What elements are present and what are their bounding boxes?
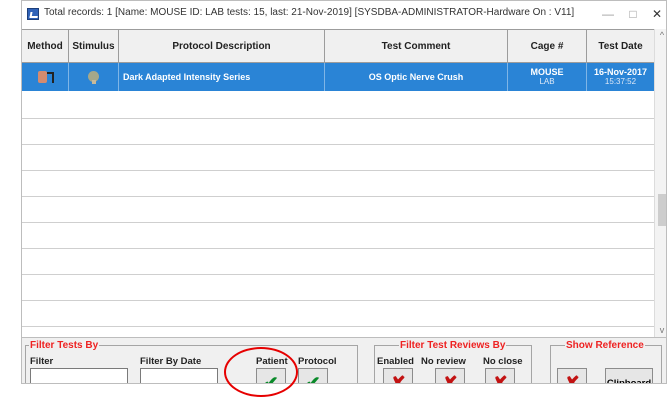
- date-cell: 16-Nov-2017 15:37:52: [587, 63, 654, 91]
- column-header-method[interactable]: Method: [22, 30, 69, 62]
- scroll-thumb[interactable]: [658, 194, 666, 226]
- comment-cell: OS Optic Nerve Crush: [325, 63, 508, 91]
- filter-input[interactable]: [30, 368, 128, 383]
- cage-group: LAB: [539, 77, 555, 86]
- window-title: Total records: 1 [Name: MOUSE ID: LAB te…: [44, 7, 575, 18]
- test-time: 15:37:52: [604, 77, 637, 86]
- method-cell: [22, 63, 69, 91]
- empty-table-row: [22, 92, 654, 119]
- checkmark-icon: ✔: [305, 372, 321, 384]
- filter-panel: Filter Tests By Filter Filter By Date Pa…: [22, 337, 666, 384]
- filter-reviews-group: Filter Test Reviews By Enabled No review…: [374, 340, 532, 384]
- checkmark-icon: ✔: [263, 372, 279, 384]
- minimize-button[interactable]: —: [597, 5, 619, 23]
- maximize-button[interactable]: □: [622, 5, 644, 23]
- scroll-down-arrow[interactable]: v: [657, 325, 666, 335]
- cage-cell: MOUSE LAB: [508, 63, 587, 91]
- filter-tests-group: Filter Tests By Filter Filter By Date Pa…: [25, 340, 358, 384]
- empty-table-row: [22, 248, 654, 275]
- protocol-cell: Dark Adapted Intensity Series: [119, 63, 325, 91]
- clipboard-button[interactable]: Clipboard: [605, 368, 653, 383]
- test-date: 16-Nov-2017: [593, 67, 648, 77]
- main-window: Total records: 1 [Name: MOUSE ID: LAB te…: [21, 0, 667, 384]
- mouse-icon: [85, 69, 103, 85]
- column-header-date[interactable]: Test Date: [587, 30, 654, 62]
- show-reference-legend: Show Reference: [566, 340, 644, 351]
- enabled-label: Enabled: [377, 356, 414, 367]
- protocol-label: Protocol: [298, 356, 337, 367]
- empty-table-row: [22, 196, 654, 223]
- close-button[interactable]: ✕: [646, 5, 666, 23]
- column-header-cage[interactable]: Cage #: [508, 30, 587, 62]
- cross-icon: ✘: [564, 372, 580, 384]
- column-header-protocol[interactable]: Protocol Description: [119, 30, 325, 62]
- column-header-comment[interactable]: Test Comment: [325, 30, 508, 62]
- stimulus-cell: [69, 63, 119, 91]
- cage-name: MOUSE: [530, 67, 564, 77]
- show-reference-group: Show Reference ✘ Clipboard: [550, 340, 662, 384]
- protocol-filter-button[interactable]: ✔: [298, 368, 328, 384]
- empty-table-row: [22, 222, 654, 249]
- no-review-filter-button[interactable]: ✘: [435, 368, 465, 384]
- enabled-filter-button[interactable]: ✘: [383, 368, 413, 384]
- no-close-label: No close: [483, 356, 523, 367]
- show-reference-button[interactable]: ✘: [557, 368, 587, 384]
- no-close-filter-button[interactable]: ✘: [485, 368, 515, 384]
- empty-table-row: [22, 170, 654, 197]
- filter-tests-legend: Filter Tests By: [30, 340, 99, 351]
- electrode-icon: [36, 69, 54, 85]
- filter-date-input[interactable]: [140, 368, 218, 383]
- filter-reviews-legend: Filter Test Reviews By: [400, 340, 506, 351]
- app-icon: [27, 8, 39, 20]
- title-bar: Total records: 1 [Name: MOUSE ID: LAB te…: [22, 1, 666, 27]
- empty-table-row: [22, 274, 654, 301]
- empty-table-row: [22, 300, 654, 327]
- no-review-label: No review: [421, 356, 466, 367]
- cross-icon: ✘: [442, 372, 458, 384]
- scroll-up-arrow[interactable]: ^: [657, 30, 666, 40]
- vertical-scrollbar[interactable]: ^ v: [654, 29, 666, 337]
- table-row[interactable]: Dark Adapted Intensity Series OS Optic N…: [22, 63, 654, 91]
- filter-label: Filter: [30, 356, 54, 367]
- patient-label: Patient: [256, 356, 288, 367]
- cross-icon: ✘: [492, 372, 508, 384]
- column-header-stimulus[interactable]: Stimulus: [69, 30, 119, 62]
- empty-table-row: [22, 144, 654, 171]
- cross-icon: ✘: [390, 372, 406, 384]
- filter-by-date-label: Filter By Date: [140, 356, 202, 367]
- patient-filter-button[interactable]: ✔: [256, 368, 286, 384]
- records-table: Method Stimulus Protocol Description Tes…: [22, 29, 654, 353]
- empty-table-row: [22, 118, 654, 145]
- table-header: Method Stimulus Protocol Description Tes…: [22, 30, 654, 63]
